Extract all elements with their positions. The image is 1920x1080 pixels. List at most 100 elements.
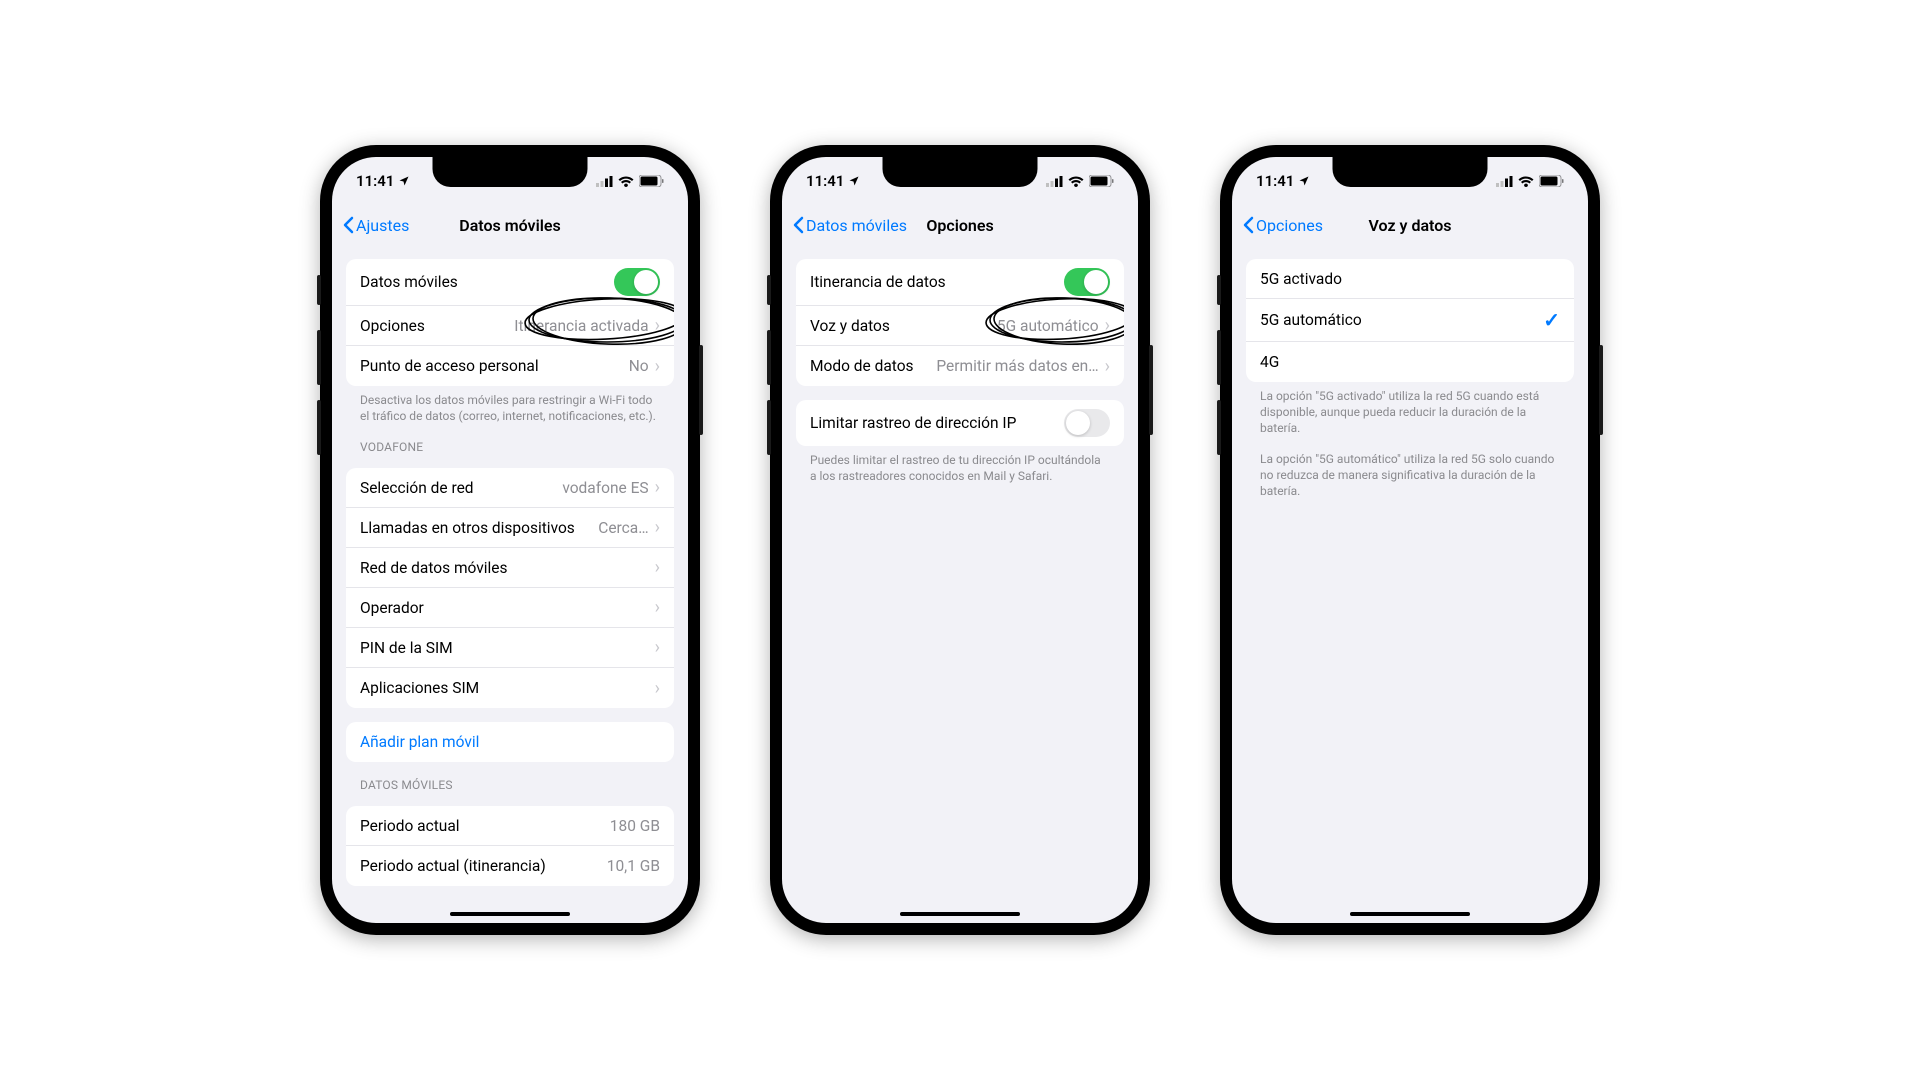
chevron-left-icon: [342, 216, 354, 234]
row-operador[interactable]: Operador ›: [346, 588, 674, 628]
label: Datos móviles: [360, 273, 614, 291]
label: Limitar rastreo de dirección IP: [810, 414, 1064, 432]
label: PIN de la SIM: [360, 639, 649, 657]
section-header-vodafone: VODAFONE: [332, 424, 688, 458]
notch: [433, 157, 588, 187]
notch: [1333, 157, 1488, 187]
back-button[interactable]: Datos móviles: [792, 216, 907, 235]
option-4g[interactable]: 4G: [1246, 342, 1574, 382]
home-indicator[interactable]: [450, 912, 570, 916]
footer-text: Desactiva los datos móviles para restrin…: [332, 386, 688, 424]
row-periodo-actual: Periodo actual 180 GB: [346, 806, 674, 846]
row-periodo-itin: Periodo actual (itinerancia) 10,1 GB: [346, 846, 674, 886]
row-opciones[interactable]: Opciones Itinerancia activada ›: [346, 306, 674, 346]
chevron-right-icon: ›: [1105, 318, 1110, 334]
chevron-right-icon: ›: [655, 318, 660, 334]
wifi-icon: [1518, 175, 1534, 187]
home-indicator[interactable]: [900, 912, 1020, 916]
value: 180 GB: [610, 817, 660, 835]
label: Aplicaciones SIM: [360, 679, 649, 697]
row-llamadas[interactable]: Llamadas en otros dispositivos Cerca… ›: [346, 508, 674, 548]
label: Modo de datos: [810, 357, 936, 375]
toggle-datos-moviles[interactable]: [614, 268, 660, 296]
label: Red de datos móviles: [360, 559, 649, 577]
option-5g-activado[interactable]: 5G activado: [1246, 259, 1574, 299]
row-apps-sim[interactable]: Aplicaciones SIM ›: [346, 668, 674, 708]
toggle-limitar-rastreo[interactable]: [1064, 409, 1110, 437]
toggle-itinerancia[interactable]: [1064, 268, 1110, 296]
home-indicator[interactable]: [1350, 912, 1470, 916]
footer-text-1: La opción "5G activado" utiliza la red 5…: [1232, 382, 1588, 437]
chevron-right-icon: ›: [1105, 358, 1110, 374]
label: Itinerancia de datos: [810, 273, 1064, 291]
footer-text-2: La opción "5G automático" utiliza la red…: [1232, 437, 1588, 500]
battery-icon: [639, 175, 664, 187]
label: Operador: [360, 599, 649, 617]
row-red-datos[interactable]: Red de datos móviles ›: [346, 548, 674, 588]
value: 5G automático: [997, 317, 1099, 335]
row-modo-datos[interactable]: Modo de datos Permitir más datos en… ›: [796, 346, 1124, 386]
nav-bar: Datos móviles Opciones: [782, 205, 1138, 245]
section-header-datos: DATOS MÓVILES: [332, 762, 688, 796]
label: Selección de red: [360, 479, 562, 497]
chevron-right-icon: ›: [655, 520, 660, 536]
chevron-right-icon: ›: [655, 560, 660, 576]
back-label: Opciones: [1256, 216, 1323, 235]
row-seleccion-red[interactable]: Selección de red vodafone ES ›: [346, 468, 674, 508]
label: 5G activado: [1260, 270, 1560, 288]
check-icon: ✓: [1543, 308, 1560, 332]
row-pin-sim[interactable]: PIN de la SIM ›: [346, 628, 674, 668]
row-voz-datos[interactable]: Voz y datos 5G automático ›: [796, 306, 1124, 346]
footer-text: Puedes limitar el rastreo de tu direcció…: [782, 446, 1138, 484]
back-button[interactable]: Opciones: [1242, 216, 1323, 235]
back-label: Ajustes: [356, 216, 409, 235]
value: No: [629, 357, 649, 375]
label: Punto de acceso personal: [360, 357, 629, 375]
chevron-right-icon: ›: [655, 680, 660, 696]
chevron-left-icon: [1242, 216, 1254, 234]
value: Cerca…: [598, 519, 648, 537]
label: Voz y datos: [810, 317, 997, 335]
label: Llamadas en otros dispositivos: [360, 519, 598, 537]
status-time: 11:41: [356, 172, 394, 190]
location-icon: [398, 175, 410, 187]
chevron-right-icon: ›: [655, 480, 660, 496]
label: 4G: [1260, 353, 1560, 371]
value: 10,1 GB: [607, 857, 660, 875]
nav-bar: Ajustes Datos móviles: [332, 205, 688, 245]
nav-bar: Opciones Voz y datos: [1232, 205, 1588, 245]
page-title: Opciones: [926, 216, 993, 235]
battery-icon: [1089, 175, 1114, 187]
label: Opciones: [360, 317, 514, 335]
status-time: 11:41: [1256, 172, 1294, 190]
row-limitar-rastreo[interactable]: Limitar rastreo de dirección IP: [796, 400, 1124, 446]
cellular-icon: [1496, 176, 1513, 187]
page-title: Voz y datos: [1368, 216, 1451, 235]
page-title: Datos móviles: [459, 216, 560, 235]
value: vodafone ES: [562, 479, 648, 497]
location-icon: [1298, 175, 1310, 187]
chevron-right-icon: ›: [655, 640, 660, 656]
label: Periodo actual (itinerancia): [360, 857, 607, 875]
back-button[interactable]: Ajustes: [342, 216, 409, 235]
cellular-icon: [596, 176, 613, 187]
row-anadir-plan[interactable]: Añadir plan móvil: [346, 722, 674, 762]
back-label: Datos móviles: [806, 216, 907, 235]
label: 5G automático: [1260, 311, 1543, 329]
row-punto-acceso[interactable]: Punto de acceso personal No ›: [346, 346, 674, 386]
chevron-right-icon: ›: [655, 358, 660, 374]
phone-mockup-2: 11:41 Datos móviles Opciones Itinerancia…: [770, 145, 1150, 935]
chevron-left-icon: [792, 216, 804, 234]
row-itinerancia[interactable]: Itinerancia de datos: [796, 259, 1124, 306]
wifi-icon: [618, 175, 634, 187]
battery-icon: [1539, 175, 1564, 187]
value: Permitir más datos en…: [936, 357, 1098, 375]
status-time: 11:41: [806, 172, 844, 190]
label: Añadir plan móvil: [360, 733, 660, 751]
value: Itinerancia activada: [514, 317, 648, 335]
cellular-icon: [1046, 176, 1063, 187]
row-datos-moviles[interactable]: Datos móviles: [346, 259, 674, 306]
option-5g-automatico[interactable]: 5G automático ✓: [1246, 299, 1574, 342]
chevron-right-icon: ›: [655, 600, 660, 616]
wifi-icon: [1068, 175, 1084, 187]
